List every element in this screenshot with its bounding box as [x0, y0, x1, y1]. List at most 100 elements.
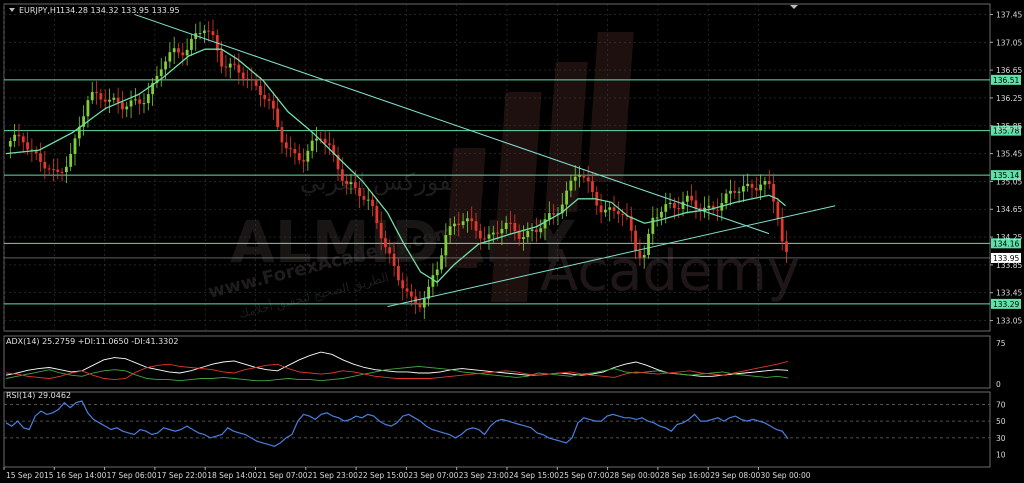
- rsi-y-tick-label: 70: [996, 400, 1006, 409]
- candle-body: [64, 166, 68, 173]
- x-tick-label: 24 Sep 15:00: [509, 471, 559, 480]
- candle-body: [366, 199, 370, 201]
- y-tick-label: 136.65: [996, 66, 1022, 75]
- candle-body: [172, 48, 176, 53]
- level-tag-label: 136.51: [993, 76, 1019, 85]
- candle-body: [310, 140, 314, 151]
- candle-body: [461, 221, 465, 225]
- candle-body: [405, 288, 409, 292]
- candle-body: [621, 214, 625, 216]
- y-tick-label: 135.45: [996, 150, 1022, 159]
- candle-body: [565, 190, 568, 205]
- candle-body: [785, 241, 788, 252]
- x-tick-label: 29 Sep 08:00: [710, 471, 760, 480]
- candle-body: [543, 219, 547, 229]
- x-tick-label: 28 Sep 00:00: [610, 471, 660, 480]
- rsi-y-tick-label: 30: [996, 434, 1006, 443]
- shift-marker-icon[interactable]: [790, 5, 798, 9]
- candle-body: [530, 229, 534, 231]
- candle-body: [513, 223, 517, 232]
- candle-body: [211, 31, 215, 36]
- candle-body: [384, 238, 387, 248]
- y-tick-label: 133.45: [996, 289, 1022, 298]
- y-tick-label: 134.65: [996, 205, 1022, 214]
- candle-body: [707, 205, 711, 208]
- candle-body: [750, 183, 754, 188]
- x-tick-label: 21 Sep 23:00: [308, 471, 358, 480]
- candle-body: [328, 143, 331, 146]
- candle-body: [448, 226, 452, 236]
- chart-window: ALMIDANY Academy www.ForexAcademy.com ال…: [0, 0, 1024, 483]
- chevron-down-icon[interactable]: [9, 8, 15, 12]
- candle-body: [224, 66, 228, 68]
- candle-body: [608, 207, 612, 210]
- candle-body: [315, 138, 318, 141]
- x-tick-label: 17 Sep 06:00: [107, 471, 157, 480]
- candle-body: [500, 228, 504, 234]
- candle-body: [250, 78, 254, 80]
- candle-body: [116, 97, 120, 103]
- rsi-y-tick-label: 50: [996, 417, 1006, 426]
- candle-body: [60, 171, 64, 173]
- candle-body: [474, 221, 478, 231]
- candle-body: [164, 61, 167, 70]
- y-tick-label: 137.45: [996, 10, 1022, 19]
- candle-body: [690, 195, 694, 201]
- x-tick-label: 18 Sep 14:00: [207, 471, 257, 480]
- candle-body: [591, 181, 594, 193]
- candle-body: [241, 72, 245, 79]
- candle-body: [112, 97, 116, 100]
- candle-body: [90, 92, 94, 101]
- candle-body: [254, 79, 258, 86]
- candle-body: [569, 180, 573, 191]
- rsi-pane: 70 50 30 10: [4, 400, 1006, 460]
- y-tick-label: 133.85: [996, 261, 1022, 270]
- candle-body: [280, 127, 284, 143]
- candle-body: [259, 85, 262, 95]
- candle-body: [586, 177, 590, 182]
- candle-body: [159, 69, 163, 76]
- watermark: ALMIDANY Academy www.ForexAcademy.com ال…: [206, 32, 800, 322]
- candle-body: [737, 191, 741, 193]
- candle-body: [185, 49, 189, 56]
- adx-y-tick-label: 75: [996, 339, 1006, 348]
- candle-body: [509, 222, 512, 224]
- candle-body: [133, 99, 137, 101]
- candle-body: [642, 255, 646, 258]
- candle-body: [435, 269, 439, 276]
- candle-body: [681, 201, 685, 209]
- candle-body: [228, 63, 232, 68]
- candle-body: [634, 230, 637, 251]
- candle-body: [146, 94, 150, 104]
- y-tick-label: 136.25: [996, 94, 1022, 103]
- candle-body: [754, 187, 758, 191]
- candle-body: [276, 108, 280, 128]
- candle-body: [26, 142, 29, 150]
- candle-body: [694, 200, 698, 209]
- candle-body: [677, 208, 681, 210]
- candle-body: [375, 206, 379, 224]
- candle-body: [664, 204, 668, 212]
- candle-body: [52, 169, 55, 171]
- adx-label: ADX(14) 25.2759 +DI:11.0650 -DI:41.3302: [6, 337, 178, 346]
- y-tick-label: 135.05: [996, 177, 1022, 186]
- candle-body: [612, 207, 616, 212]
- candle-body: [491, 232, 495, 235]
- candle-body: [86, 100, 90, 117]
- rsi-label: RSI(14) 29.0462: [6, 391, 71, 400]
- candle-body: [8, 140, 12, 147]
- candle-body: [220, 50, 224, 67]
- candle-body: [422, 298, 426, 308]
- candle-body: [263, 94, 267, 100]
- candle-body: [47, 168, 51, 170]
- candle-body: [207, 30, 211, 32]
- candle-body: [616, 211, 620, 215]
- candle-body: [409, 291, 413, 297]
- candle-body: [440, 255, 443, 270]
- candle-body: [125, 106, 129, 110]
- candle-body: [418, 303, 422, 308]
- candle-body: [763, 180, 767, 185]
- candle-body: [340, 169, 344, 181]
- candle-body: [647, 233, 650, 256]
- x-tick-label: 17 Sep 22:00: [157, 471, 207, 480]
